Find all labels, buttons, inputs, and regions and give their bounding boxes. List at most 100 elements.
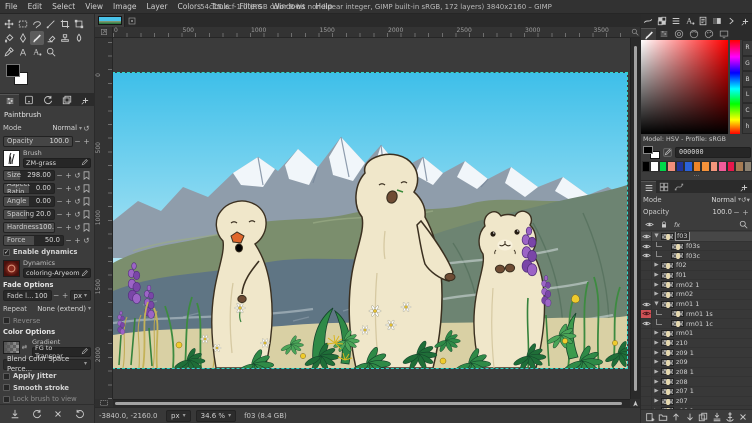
layer-hidden-cell[interactable]: [641, 377, 652, 386]
configure-tab-icon[interactable]: [738, 15, 752, 27]
channel-B-button[interactable]: B: [742, 71, 752, 87]
channel-h-button[interactable]: h: [742, 118, 752, 134]
undo-history-tab[interactable]: [38, 94, 57, 106]
link-to-brush-icon[interactable]: [82, 196, 91, 207]
configure-tab-icon[interactable]: [76, 94, 95, 106]
reset-icon[interactable]: ↺: [73, 209, 82, 220]
dynamics-edit-icon[interactable]: [81, 270, 88, 277]
layer-visible-icon[interactable]: [641, 232, 652, 241]
expander-icon[interactable]: ▶: [652, 369, 661, 375]
anchor-layer-icon[interactable]: [725, 412, 735, 422]
layer-row-f03[interactable]: ▼f03: [641, 232, 752, 242]
layer-row-f01[interactable]: ▶f01: [641, 271, 752, 281]
decrease-icon[interactable]: −: [55, 209, 64, 220]
channel-C-button[interactable]: C: [742, 103, 752, 119]
horizontal-scrollbar-thumb[interactable]: [115, 402, 622, 405]
ruler-corner-icon[interactable]: [95, 27, 113, 38]
fonts-tab-icon[interactable]: A: [683, 15, 697, 27]
hue-strip[interactable]: [730, 40, 740, 134]
tool-options-tab[interactable]: [0, 94, 19, 106]
smooth-stroke-checkbox[interactable]: [3, 384, 10, 391]
mini-fg-bg-swatches[interactable]: [643, 146, 660, 159]
navigation-icon[interactable]: [630, 399, 640, 407]
expander-icon[interactable]: ▶: [652, 398, 661, 404]
gradient-edit-icon[interactable]: [81, 348, 88, 355]
layer-visible-icon[interactable]: [641, 300, 652, 309]
fade-decrease-icon[interactable]: −: [52, 290, 61, 301]
layer-hidden-cell[interactable]: [641, 280, 652, 289]
palette-tab-icon[interactable]: [701, 28, 716, 40]
measure-tool[interactable]: [44, 17, 58, 31]
expander-icon[interactable]: ▶: [652, 340, 661, 346]
lower-layer-icon[interactable]: [685, 412, 695, 422]
layer-row-rm01-1c[interactable]: rm01 1c: [641, 319, 752, 329]
duplicate-layer-icon[interactable]: [698, 412, 708, 422]
menu-image[interactable]: Image: [108, 0, 142, 13]
reverse-row[interactable]: Reverse: [3, 316, 91, 327]
lock-column-icon[interactable]: [660, 220, 668, 229]
layer-row-f03s[interactable]: f03s: [641, 242, 752, 252]
channel-R-button[interactable]: R: [742, 40, 752, 56]
menu-select[interactable]: Select: [47, 0, 80, 13]
expander-icon[interactable]: ▶: [652, 359, 661, 365]
layer-visible-icon[interactable]: [641, 310, 652, 319]
palette-swatch[interactable]: [744, 161, 752, 172]
color-picker-tool[interactable]: [2, 45, 16, 59]
watercolor-tab-icon[interactable]: [686, 28, 701, 40]
scales-tab-icon[interactable]: [716, 28, 731, 40]
increase-icon[interactable]: +: [64, 209, 73, 220]
palette-swatch[interactable]: [650, 161, 658, 172]
palette-swatch[interactable]: [718, 161, 726, 172]
menu-edit[interactable]: Edit: [23, 0, 48, 13]
scroll-right-icon[interactable]: [724, 15, 738, 27]
visibility-column-icon[interactable]: [645, 221, 654, 228]
fonts-tool[interactable]: A: [30, 45, 44, 59]
layer-row-z09-1[interactable]: ▶z09 1: [641, 348, 752, 358]
mode-switch-icon[interactable]: ↺▾: [741, 194, 750, 205]
patterns-tab-icon[interactable]: [655, 15, 669, 27]
clone-tool[interactable]: [58, 31, 72, 45]
layer-hidden-cell[interactable]: [641, 397, 652, 406]
layer-visible-icon[interactable]: [641, 319, 652, 328]
zoom-tool[interactable]: [44, 45, 58, 59]
reset-icon[interactable]: ↺: [73, 196, 82, 207]
decrease-icon[interactable]: −: [55, 222, 64, 233]
opacity-slider[interactable]: Opacity 100.0: [3, 136, 73, 147]
blend-space-combo[interactable]: Blend Color Space Perce... ▾: [3, 359, 91, 370]
reset-icon[interactable]: ↺: [73, 170, 82, 181]
document-history-tab-icon[interactable]: [697, 15, 711, 27]
layer-row-z08[interactable]: ▶z08: [641, 377, 752, 387]
expander-icon[interactable]: ▶: [652, 262, 661, 268]
crop-tool[interactable]: [58, 17, 72, 31]
layer-hidden-cell[interactable]: [641, 339, 652, 348]
opacity-decrease-icon[interactable]: −: [73, 136, 82, 147]
increase-icon[interactable]: +: [73, 235, 82, 246]
layer-visible-icon[interactable]: [641, 251, 652, 260]
force-slider[interactable]: Force50.0: [3, 235, 64, 246]
layer-row-rm01-1s[interactable]: rm01 1s: [641, 310, 752, 320]
unit-combo[interactable]: px ▾: [166, 410, 191, 422]
new-layer-layer-icon[interactable]: [645, 412, 655, 422]
gradient-flip-icon[interactable]: ⇄: [20, 342, 29, 353]
gimp-color-tab-icon[interactable]: [641, 28, 656, 40]
reset-icon[interactable]: ↺: [82, 235, 91, 246]
layer-hidden-cell[interactable]: [641, 387, 652, 396]
layer-row-rm01[interactable]: ▶rm01: [641, 329, 752, 339]
palette-swatch[interactable]: [701, 161, 709, 172]
palette-swatch[interactable]: [710, 161, 718, 172]
layer-row-z09[interactable]: ▶z09: [641, 358, 752, 368]
brushes-tab-icon[interactable]: [641, 15, 655, 27]
rect-select-tool[interactable]: [16, 17, 30, 31]
dock-menu-icon[interactable]: [737, 181, 752, 193]
delete-layer-icon[interactable]: [738, 412, 748, 422]
effects-column-label[interactable]: fx: [674, 221, 680, 229]
lock-brush-to-view-checkbox[interactable]: [3, 396, 10, 403]
palette-expander[interactable]: …: [641, 172, 752, 177]
channel-G-button[interactable]: G: [742, 56, 752, 72]
canvas-viewport[interactable]: [113, 38, 630, 399]
link-to-brush-icon[interactable]: [82, 170, 91, 181]
text-tool[interactable]: A: [16, 45, 30, 59]
layer-row-f03c[interactable]: f03c: [641, 251, 752, 261]
reset-icon[interactable]: ↺: [73, 222, 82, 233]
move-tool[interactable]: [2, 17, 16, 31]
